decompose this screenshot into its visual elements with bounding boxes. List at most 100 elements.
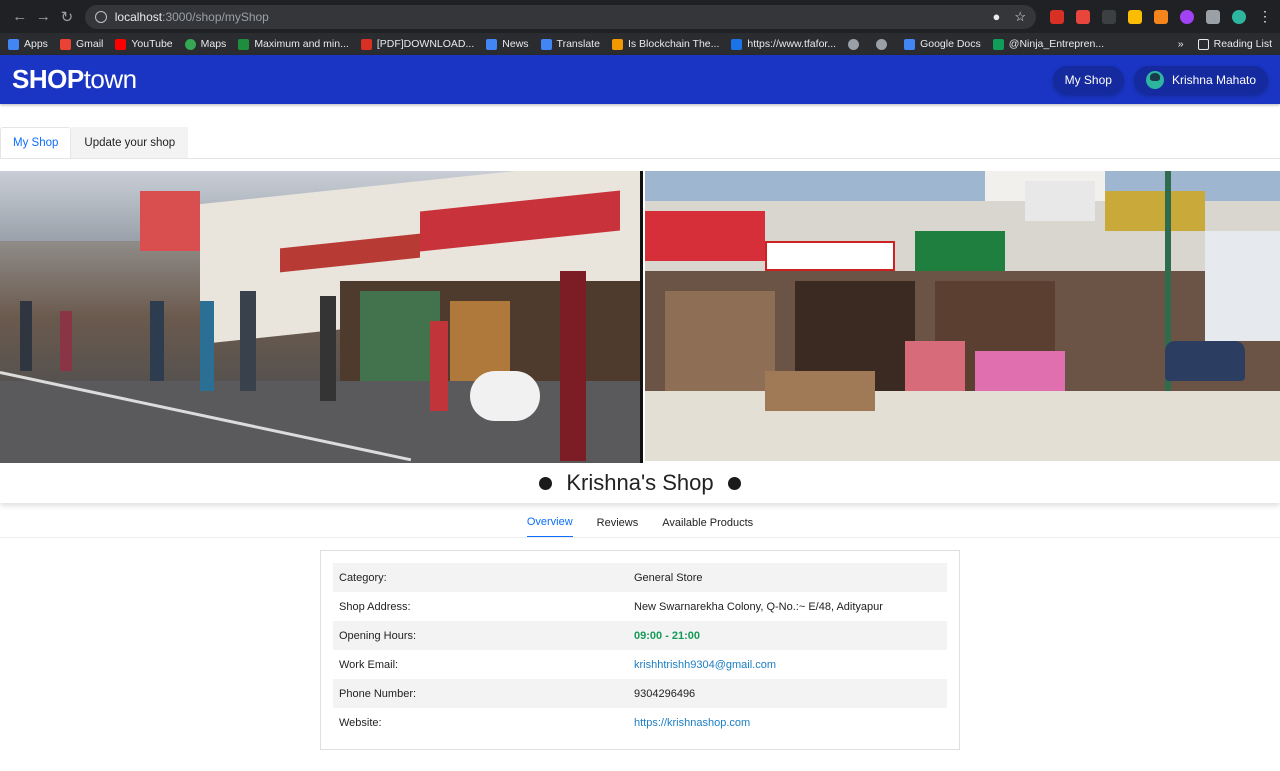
- detail-row-email: Work Email: krishhtrishh9304@gmail.com: [333, 650, 947, 679]
- translate-icon: [540, 38, 552, 50]
- news-icon: [486, 38, 498, 50]
- bookmark-label: Maximum and min...: [254, 38, 349, 50]
- star-icon[interactable]: ☆: [1014, 9, 1026, 25]
- shop-banner: [0, 171, 1280, 463]
- forward-icon[interactable]: →: [32, 5, 56, 29]
- gmail-icon: [59, 38, 71, 50]
- detail-row-category: Category: General Store: [333, 563, 947, 592]
- shop-title-bar: Krishna's Shop: [0, 463, 1280, 503]
- bookmark-label: YouTube: [131, 38, 173, 50]
- bookmark-globe-2[interactable]: [876, 38, 892, 50]
- detail-row-hours: Opening Hours: 09:00 - 21:00: [333, 621, 947, 650]
- bookmark-globe-1[interactable]: [848, 38, 864, 50]
- tab-my-shop[interactable]: My Shop: [0, 127, 72, 158]
- website-link[interactable]: https://krishnashop.com: [634, 717, 947, 729]
- pdf-icon: [360, 38, 372, 50]
- bookmark-news[interactable]: News: [486, 38, 529, 50]
- site-icon: [611, 38, 623, 50]
- my-shop-button[interactable]: My Shop: [1052, 65, 1124, 94]
- extension-icon[interactable]: [1050, 9, 1064, 24]
- bookmark-maximum[interactable]: Maximum and min...: [238, 38, 349, 50]
- site-icon: [731, 38, 743, 50]
- tab-update-shop[interactable]: Update your shop: [71, 127, 189, 158]
- bookmark-label: News: [502, 38, 529, 50]
- detail-value: New Swarnarekha Colony, Q-No.:~ E/48, Ad…: [634, 600, 883, 613]
- bookmark-label: Translate: [556, 38, 600, 50]
- app-header: SHOPtown My Shop Krishna Mahato: [0, 55, 1280, 104]
- email-link[interactable]: krishhtrishh9304@gmail.com: [634, 659, 947, 671]
- bookmark-label: https://www.tfafor...: [747, 38, 837, 50]
- extension-icon[interactable]: [1076, 9, 1090, 24]
- bookmark-google-docs[interactable]: Google Docs: [904, 38, 981, 50]
- app-logo[interactable]: SHOPtown: [12, 64, 137, 95]
- location-icon[interactable]: ●: [992, 9, 1000, 25]
- apps-grid-icon: [8, 38, 19, 50]
- docs-icon: [904, 38, 916, 50]
- globe-icon: [848, 38, 860, 50]
- bookmark-label: Google Docs: [920, 38, 981, 50]
- shop-photo-right: [644, 171, 1280, 461]
- detail-value: 9304296496: [634, 687, 696, 700]
- globe-icon: [876, 38, 888, 50]
- detail-label: Category:: [339, 571, 387, 584]
- logo-light: town: [83, 64, 137, 94]
- extension-icon[interactable]: [1128, 9, 1142, 24]
- detail-label: Phone Number:: [339, 687, 417, 700]
- bookmark-translate[interactable]: Translate: [540, 38, 600, 50]
- reading-list-button[interactable]: Reading List: [1197, 38, 1272, 50]
- dot-icon: [727, 476, 741, 490]
- bookmark-blockchain[interactable]: Is Blockchain The...: [611, 38, 720, 50]
- bookmark-label: [PDF]DOWNLOAD...: [376, 38, 475, 50]
- detail-row-phone: Phone Number: 9304296496: [333, 679, 947, 708]
- bookmark-apps[interactable]: Apps: [8, 38, 48, 50]
- banner-divider: [639, 171, 643, 463]
- youtube-icon: [115, 38, 127, 50]
- bookmark-label: Gmail: [75, 38, 104, 50]
- detail-label: Website:: [339, 716, 382, 729]
- extension-icon[interactable]: [1180, 9, 1194, 24]
- opening-hours-value: 09:00 - 21:00: [634, 629, 701, 642]
- maps-pin-icon: [184, 38, 196, 50]
- bookmark-maps[interactable]: Maps: [184, 38, 227, 50]
- reading-list-label: Reading List: [1213, 38, 1272, 50]
- detail-row-address: Shop Address: New Swarnarekha Colony, Q-…: [333, 592, 947, 621]
- profile-avatar-icon[interactable]: [1232, 9, 1246, 24]
- user-avatar: [1145, 70, 1164, 89]
- extension-icon[interactable]: [1154, 9, 1168, 24]
- detail-label: Work Email:: [339, 658, 399, 671]
- bookmark-pdf[interactable]: [PDF]DOWNLOAD...: [360, 38, 475, 50]
- url-path: :3000/shop/myShop: [162, 9, 269, 24]
- tab-reviews[interactable]: Reviews: [597, 517, 639, 537]
- puzzle-icon[interactable]: [1206, 9, 1220, 24]
- detail-label: Shop Address:: [339, 600, 411, 613]
- tab-overview[interactable]: Overview: [526, 516, 573, 537]
- shop-photo-left: [0, 171, 640, 463]
- tab-available-products[interactable]: Available Products: [662, 517, 753, 537]
- info-icon[interactable]: [94, 10, 107, 23]
- detail-label: Opening Hours:: [339, 629, 417, 642]
- detail-value: General Store: [634, 571, 703, 584]
- bookmark-tfafor[interactable]: https://www.tfafor...: [731, 38, 836, 50]
- browser-toolbar: ← → ↻ localhost:3000/shop/myShop ● ☆ ⋮: [0, 0, 1280, 33]
- back-icon[interactable]: ←: [8, 5, 32, 29]
- bookmark-label: Is Blockchain The...: [627, 38, 720, 50]
- extensions: ⋮: [1050, 8, 1272, 25]
- bookmark-ninja[interactable]: @Ninja_Entrepren...: [992, 38, 1104, 50]
- extension-icon[interactable]: [1102, 9, 1116, 24]
- bookmark-gmail[interactable]: Gmail: [59, 38, 104, 50]
- bookmarks-bar: Apps Gmail YouTube Maps Maximum and min.…: [0, 33, 1280, 55]
- url-host: localhost: [114, 9, 163, 24]
- reading-list-icon: [1197, 38, 1209, 50]
- menu-kebab-icon[interactable]: ⋮: [1258, 8, 1272, 25]
- shop-tabs: My Shop Update your shop: [0, 116, 1280, 159]
- logo-bold: SHOP: [12, 64, 84, 94]
- user-menu-button[interactable]: Krishna Mahato: [1133, 65, 1268, 94]
- bookmark-label: Maps: [200, 38, 227, 50]
- address-bar[interactable]: localhost:3000/shop/myShop ● ☆: [84, 4, 1036, 29]
- site-icon: [238, 38, 250, 50]
- more-bookmarks-icon[interactable]: »: [1178, 38, 1184, 50]
- bookmark-youtube[interactable]: YouTube: [115, 38, 173, 50]
- reload-icon[interactable]: ↻: [55, 5, 79, 29]
- detail-row-website: Website: https://krishnashop.com: [333, 708, 947, 737]
- dot-icon: [539, 476, 553, 490]
